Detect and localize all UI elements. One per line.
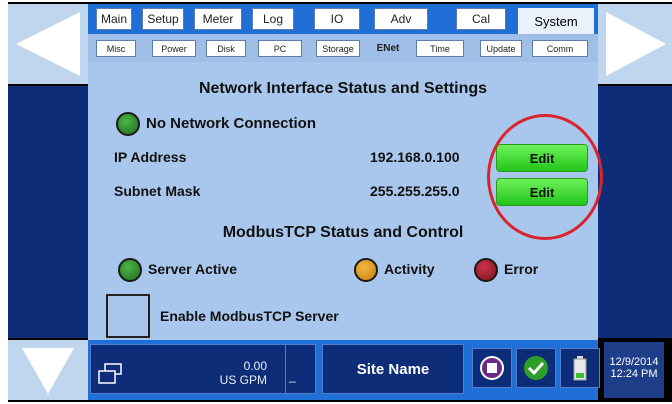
subtab-pc[interactable]: PC xyxy=(258,40,302,57)
ip-address-label: IP Address xyxy=(114,149,187,165)
right-arrow-icon xyxy=(606,12,666,76)
prev-page-button[interactable] xyxy=(8,4,88,84)
server-active-label: Server Active xyxy=(148,261,237,277)
date-display: 12/9/2014 xyxy=(609,356,659,368)
tab-adv[interactable]: Adv xyxy=(374,8,428,30)
main-tab-strip: Main Setup Meter Log IO Adv Cal System xyxy=(88,4,598,34)
battery-button[interactable] xyxy=(560,348,600,388)
time-display: 12:24 PM xyxy=(610,368,658,380)
ip-address-value: 192.168.0.100 xyxy=(370,149,460,165)
flow-units: US GPM xyxy=(219,373,267,387)
subnet-mask-value: 255.255.255.0 xyxy=(370,183,460,199)
check-icon xyxy=(524,356,548,380)
subnet-mask-label: Subnet Mask xyxy=(114,183,201,199)
stop-icon xyxy=(480,356,504,380)
highlight-ring xyxy=(487,114,603,240)
activity-label: Activity xyxy=(384,261,435,277)
tab-io[interactable]: IO xyxy=(314,8,360,30)
battery-icon xyxy=(573,356,587,381)
sub-tab-strip: Misc Power Disk PC Storage ENet Time Upd… xyxy=(88,34,598,62)
date-time-display: 12/9/2014 12:24 PM xyxy=(604,342,664,398)
windows-icon xyxy=(98,363,122,384)
stop-button[interactable] xyxy=(472,348,512,388)
flow-value: 0.00 xyxy=(243,359,267,373)
subtab-update[interactable]: Update xyxy=(480,40,522,57)
subtab-time[interactable]: Time xyxy=(416,40,464,57)
subtab-misc[interactable]: Misc xyxy=(96,40,136,57)
tab-system[interactable]: System xyxy=(518,8,594,34)
down-page-button[interactable] xyxy=(8,340,88,400)
site-name: Site Name xyxy=(322,344,464,394)
down-arrow-icon xyxy=(22,348,74,394)
subtab-power[interactable]: Power xyxy=(152,40,196,57)
activity-indicator xyxy=(354,258,378,282)
tab-main[interactable]: Main xyxy=(96,8,132,30)
subtab-disk[interactable]: Disk xyxy=(206,40,246,57)
flow-readout: 0.00 US GPM _ xyxy=(90,344,316,394)
enable-modbus-label: Enable ModbusTCP Server xyxy=(160,308,339,324)
subtab-storage[interactable]: Storage xyxy=(316,40,360,57)
subtab-enet[interactable]: ENet xyxy=(368,40,408,57)
tab-meter[interactable]: Meter xyxy=(194,8,242,30)
enable-modbus-checkbox[interactable] xyxy=(106,294,150,338)
subtab-comm[interactable]: Comm xyxy=(532,40,588,57)
tab-log[interactable]: Log xyxy=(252,8,294,30)
network-section-title: Network Interface Status and Settings xyxy=(198,80,488,97)
right-side-panel xyxy=(598,86,672,338)
status-ok-button[interactable] xyxy=(516,348,556,388)
flow-marker: _ xyxy=(289,369,296,383)
tab-setup[interactable]: Setup xyxy=(142,8,184,30)
next-page-button[interactable] xyxy=(598,4,672,84)
error-label: Error xyxy=(504,261,539,277)
status-bar: 0.00 US GPM _ Site Name xyxy=(88,340,600,400)
flow-divider xyxy=(285,345,286,393)
error-indicator xyxy=(474,258,498,282)
network-status-label: No Network Connection xyxy=(146,115,317,132)
left-side-panel xyxy=(8,86,88,338)
tab-cal[interactable]: Cal xyxy=(456,8,506,30)
network-status-indicator xyxy=(116,112,140,136)
server-active-indicator xyxy=(118,258,142,282)
left-arrow-icon xyxy=(16,12,80,76)
